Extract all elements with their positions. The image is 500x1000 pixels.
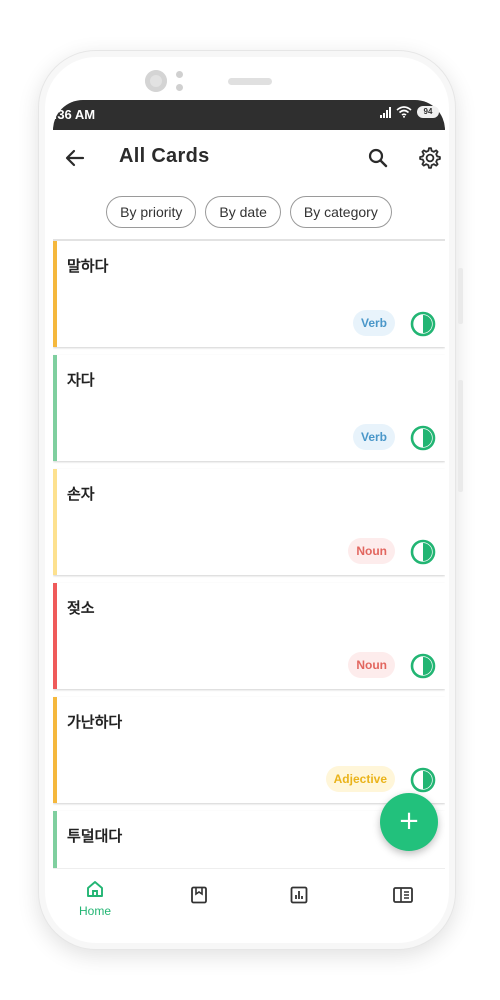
book-icon bbox=[393, 887, 413, 903]
page-title: All Cards bbox=[119, 145, 210, 167]
card-list: 말하다 Verb 자다 Verb 손자 Noun 젖소 Noun 가난하다 Ad… bbox=[53, 239, 445, 871]
app-bar: All Cards bbox=[53, 130, 445, 186]
card-item[interactable]: 가난하다 Adjective bbox=[53, 697, 445, 803]
status-bar: :36 AM 94 bbox=[53, 100, 445, 130]
category-badge: Noun bbox=[348, 652, 395, 678]
half-circle-progress-icon[interactable] bbox=[410, 767, 436, 793]
back-arrow-icon[interactable] bbox=[63, 146, 87, 170]
status-icons: 94 bbox=[380, 106, 439, 118]
nav-bookmarks[interactable] bbox=[164, 885, 234, 909]
card-item[interactable]: 손자 Noun bbox=[53, 469, 445, 575]
card-word: 투덜대다 bbox=[67, 827, 123, 845]
card-word: 자다 bbox=[67, 371, 95, 389]
half-circle-progress-icon[interactable] bbox=[410, 653, 436, 679]
bar-chart-icon bbox=[290, 886, 308, 904]
card-word: 말하다 bbox=[67, 257, 109, 275]
category-badge: Verb bbox=[352, 424, 395, 450]
card-word: 가난하다 bbox=[67, 713, 123, 731]
signal-icon bbox=[380, 106, 391, 118]
nav-home-label: Home bbox=[78, 904, 111, 918]
half-circle-progress-icon[interactable] bbox=[410, 425, 436, 451]
filter-chips: By priority By date By category bbox=[53, 196, 445, 228]
battery-icon: 94 bbox=[417, 106, 439, 118]
earpiece-speaker bbox=[228, 78, 272, 85]
bottom-nav: Home bbox=[53, 868, 445, 938]
add-card-button[interactable]: + bbox=[380, 793, 438, 851]
search-icon[interactable] bbox=[366, 146, 390, 170]
category-badge: Adjective bbox=[325, 766, 395, 792]
card-item[interactable]: 말하다 Verb bbox=[53, 241, 445, 347]
bookmark-icon bbox=[191, 886, 207, 904]
wifi-icon bbox=[396, 106, 412, 118]
nav-library[interactable] bbox=[368, 885, 438, 909]
front-camera bbox=[145, 70, 167, 92]
half-circle-progress-icon[interactable] bbox=[410, 539, 436, 565]
card-word: 손자 bbox=[67, 485, 95, 503]
phone-volume-button bbox=[458, 380, 463, 492]
card-item[interactable]: 젖소 Noun bbox=[53, 583, 445, 689]
phone-side-button bbox=[458, 268, 463, 324]
filter-by-category[interactable]: By category bbox=[289, 196, 392, 228]
filter-by-date[interactable]: By date bbox=[205, 196, 281, 228]
home-icon bbox=[87, 881, 103, 897]
front-sensor-lower bbox=[176, 84, 183, 91]
gear-icon[interactable] bbox=[418, 146, 442, 170]
card-item[interactable]: 자다 Verb bbox=[53, 355, 445, 461]
front-sensor bbox=[176, 71, 183, 78]
nav-home[interactable]: Home bbox=[60, 879, 130, 918]
plus-icon: + bbox=[398, 806, 420, 836]
nav-stats[interactable] bbox=[264, 885, 334, 909]
filter-by-priority[interactable]: By priority bbox=[106, 196, 197, 228]
card-word: 젖소 bbox=[67, 599, 95, 617]
app-screen: :36 AM 94 All Cards By priority By date … bbox=[53, 100, 445, 938]
category-badge: Noun bbox=[348, 538, 395, 564]
category-badge: Verb bbox=[352, 310, 395, 336]
half-circle-progress-icon[interactable] bbox=[410, 311, 436, 337]
status-time: :36 AM bbox=[53, 107, 96, 122]
